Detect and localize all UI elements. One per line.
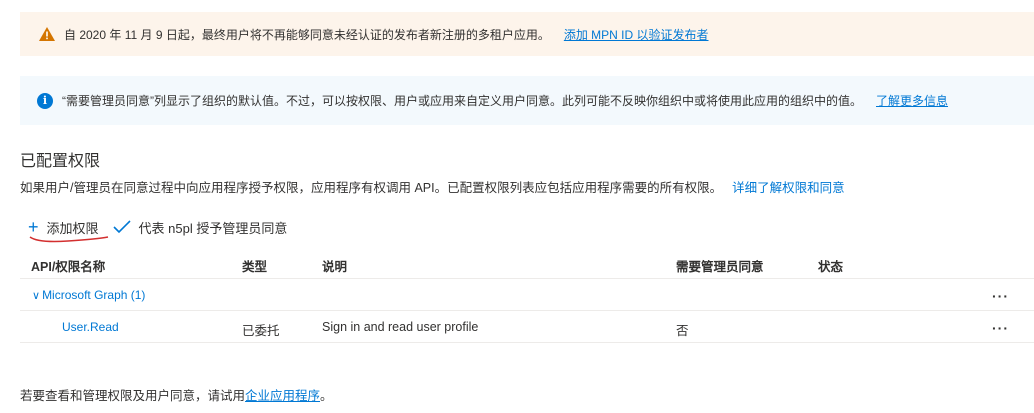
- table-header: API/权限名称 类型 说明 需要管理员同意 状态: [20, 247, 1034, 279]
- permissions-table: API/权限名称 类型 说明 需要管理员同意 状态 ∨ Microsoft Gra…: [20, 247, 1034, 343]
- section-title: 已配置权限: [20, 153, 101, 170]
- learn-more-link[interactable]: 了解更多信息: [876, 92, 948, 109]
- warning-icon: [39, 27, 55, 41]
- footer-suffix: 。: [320, 389, 333, 403]
- admin-consent-value: 否: [676, 324, 689, 338]
- section-description: 如果用户/管理员在同意过程中向应用程序授予权限，应用程序有权调用 API。已配置…: [20, 177, 845, 196]
- permissions-consent-link[interactable]: 详细了解权限和同意: [732, 181, 845, 195]
- header-api-name: API/权限名称: [31, 260, 106, 274]
- header-description: 说明: [322, 260, 348, 274]
- group-toggle[interactable]: ∨ Microsoft Graph (1): [32, 288, 145, 302]
- header-admin-consent: 需要管理员同意: [676, 260, 764, 274]
- info-banner: i “需要管理员同意”列显示了组织的默认值。不过，可以按权限、用户或应用来自定义…: [20, 76, 1034, 125]
- table-row: User.Read 已委托 Sign in and read user prof…: [20, 311, 1034, 343]
- grant-admin-consent-label: 代表 n5pl 授予管理员同意: [138, 220, 288, 236]
- grant-admin-consent-button[interactable]: 代表 n5pl 授予管理员同意: [112, 218, 288, 237]
- warning-banner: 自 2020 年 11 月 9 日起，最终用户将不再能够同意未经认证的发布者新注…: [20, 12, 1034, 56]
- checkmark-icon: [112, 220, 131, 234]
- info-icon: i: [37, 92, 53, 109]
- warning-message: 自 2020 年 11 月 9 日起，最终用户将不再能够同意未经认证的发布者新注…: [64, 27, 550, 42]
- header-type: 类型: [242, 260, 268, 274]
- more-options-icon[interactable]: ···: [992, 288, 1009, 304]
- group-name: Microsoft Graph (1): [42, 288, 146, 302]
- chevron-down-icon: ∨: [32, 290, 41, 302]
- add-mpn-id-link[interactable]: 添加 MPN ID 以验证发布者: [564, 26, 709, 43]
- footer-text: 若要查看和管理权限及用户同意，请试用: [20, 389, 246, 403]
- more-options-icon[interactable]: ···: [992, 320, 1009, 336]
- red-annotation-underline: [29, 236, 109, 243]
- table-group-row[interactable]: ∨ Microsoft Graph (1) ···: [20, 279, 1034, 311]
- enterprise-apps-link[interactable]: 企业应用程序: [245, 389, 320, 403]
- permission-name-link[interactable]: User.Read: [62, 320, 119, 334]
- info-message: “需要管理员同意”列显示了组织的默认值。不过，可以按权限、用户或应用来自定义用户…: [62, 94, 862, 108]
- section-description-text: 如果用户/管理员在同意过程中向应用程序授予权限，应用程序有权调用 API。已配置…: [20, 181, 723, 195]
- permission-type: 已委托: [242, 324, 280, 338]
- permission-description: Sign in and read user profile: [322, 320, 479, 334]
- footer-note: 若要查看和管理权限及用户同意，请试用企业应用程序。: [20, 385, 333, 404]
- header-status: 状态: [818, 260, 844, 274]
